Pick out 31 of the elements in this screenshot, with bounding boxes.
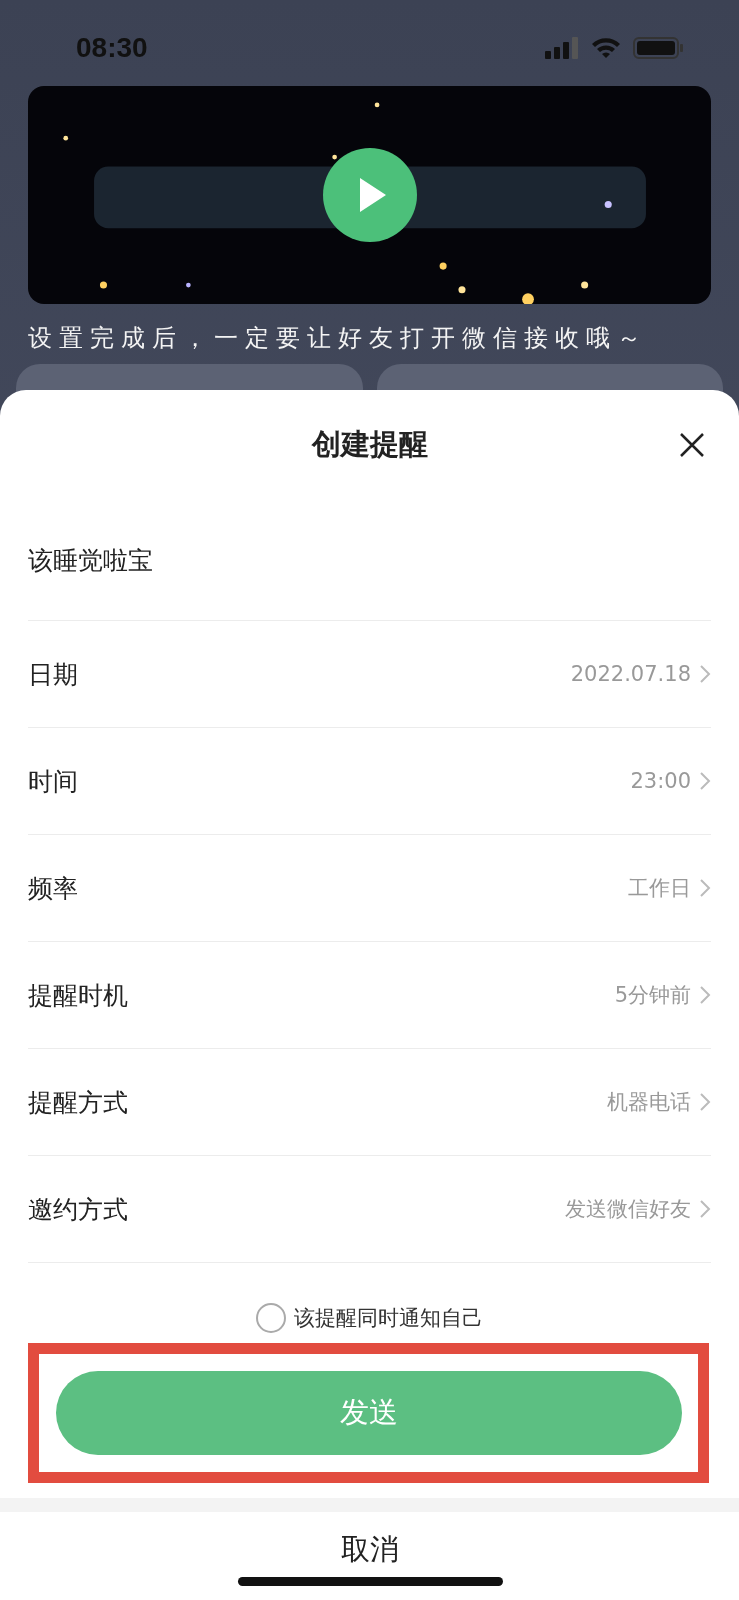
row-value[interactable]: 2022.07.18 [570,662,691,686]
chevron-icon [699,1092,711,1112]
checkbox-label: 该提醒同时通知自己 [294,1305,483,1332]
row-label: 邀约方式 [28,1193,128,1226]
row-value[interactable]: 23:00 [630,769,691,793]
row-label: 日期 [28,658,78,691]
banner-caption: 设置完成后，一定要让好友打开微信接收哦～ [27,323,649,354]
row-value[interactable]: 5分钟前 [614,981,691,1009]
wifi-icon [591,37,621,59]
row-label: 提醒时机 [28,979,128,1012]
sheet-title: 创建提醒 [311,426,428,463]
row-label: 时间 [28,765,78,798]
chevron-icon [699,771,711,791]
row-value[interactable]: 工作日 [628,874,691,902]
signal-icon [545,37,579,59]
chevron-icon [699,878,711,898]
battery-icon [633,37,683,59]
reminder-name-field[interactable]: 该睡觉啦宝 [28,500,711,621]
row-value[interactable]: 机器电话 [607,1088,691,1116]
chevron-icon [699,985,711,1005]
play-icon[interactable] [322,148,417,242]
checkbox[interactable] [256,1303,286,1333]
close-icon[interactable] [679,432,705,458]
row-label: 提醒方式 [28,1086,128,1119]
row-label: 频率 [28,872,78,905]
cancel-button[interactable]: 取消 [340,1530,399,1570]
send-button[interactable]: 发送 [55,1371,682,1455]
chevron-icon [699,664,711,684]
row-value[interactable]: 发送微信好友 [565,1195,691,1223]
chevron-icon [699,1199,711,1219]
status-time: 08:30 [76,32,148,64]
